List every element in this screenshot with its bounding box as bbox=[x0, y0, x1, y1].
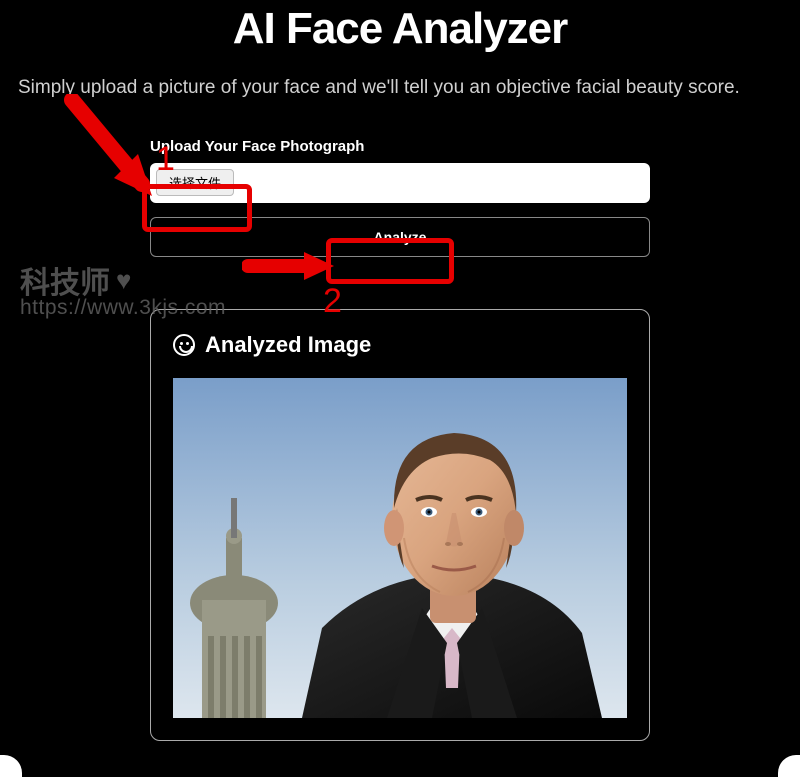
heart-icon: ♥ bbox=[116, 265, 131, 296]
analyze-button[interactable]: Analyze bbox=[150, 217, 650, 257]
watermark-name: 科技师 ♥ bbox=[20, 258, 131, 302]
watermark-text: 科技师 bbox=[20, 258, 110, 302]
choose-file-button[interactable]: 选择文件 bbox=[156, 169, 234, 196]
result-header: Analyzed Image bbox=[173, 332, 627, 358]
result-title: Analyzed Image bbox=[205, 332, 371, 358]
annotation-arrow-1 bbox=[64, 94, 164, 204]
upload-label: Upload Your Face Photograph bbox=[150, 138, 650, 155]
smile-icon bbox=[173, 334, 195, 356]
result-card: Analyzed Image bbox=[150, 309, 650, 741]
page-title: AI Face Analyzer bbox=[0, 0, 800, 54]
corner-decoration bbox=[778, 755, 800, 777]
analyze-button-label: Analyze bbox=[374, 229, 427, 245]
upload-form: Upload Your Face Photograph 选择文件 Analyze bbox=[150, 138, 650, 257]
corner-decoration bbox=[0, 755, 22, 777]
file-input-row[interactable]: 选择文件 bbox=[150, 163, 650, 203]
page-subtitle: Simply upload a picture of your face and… bbox=[18, 74, 782, 102]
analyzed-image bbox=[173, 378, 627, 718]
